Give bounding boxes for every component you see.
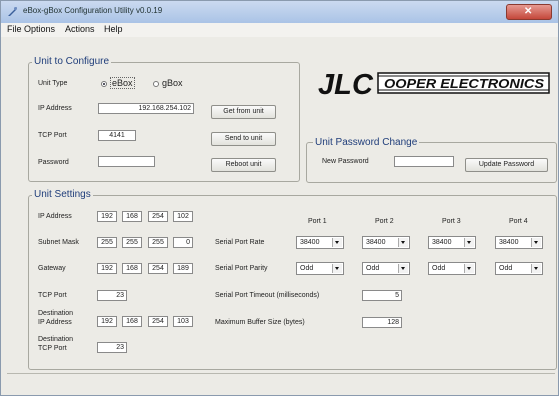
port-3-rate-value: 38400 <box>432 239 452 246</box>
port-1-parity-value: Odd <box>300 265 314 272</box>
new-password-input[interactable] <box>394 156 454 167</box>
chevron-down-icon[interactable] <box>531 264 541 273</box>
ip-octet-2[interactable]: 168 <box>122 211 142 222</box>
unit-type-label: Unit Type <box>38 80 68 87</box>
port-2-parity-select[interactable]: Odd <box>362 262 410 275</box>
max-buffer-label: Maximum Buffer Size (bytes) <box>215 319 305 326</box>
close-icon: ✕ <box>524 6 533 17</box>
password-label: Password <box>38 159 69 166</box>
password-input[interactable] <box>98 156 155 167</box>
unit-settings-title: Unit Settings <box>32 189 93 200</box>
settings-ip-label: IP Address <box>38 213 72 220</box>
menu-options[interactable]: Options <box>24 24 55 34</box>
settings-tcp-port-input[interactable]: 23 <box>97 290 127 301</box>
update-password-button[interactable]: Update Password <box>465 158 548 172</box>
port-3-rate-select[interactable]: 38400 <box>428 236 476 249</box>
port-2-rate-select[interactable]: 38400 <box>362 236 410 249</box>
ip-octet-4[interactable]: 102 <box>173 211 193 222</box>
chevron-down-icon[interactable] <box>531 238 541 247</box>
dest-tcp-port-input[interactable]: 23 <box>97 342 127 353</box>
chevron-down-icon[interactable] <box>398 264 408 273</box>
gateway-octet-3[interactable]: 254 <box>148 263 168 274</box>
svg-text:OOPER ELECTRONICS: OOPER ELECTRONICS <box>384 76 544 91</box>
gateway-octet-1[interactable]: 192 <box>97 263 117 274</box>
ip-address-input[interactable]: 192.168.254.102 <box>98 103 194 114</box>
get-from-unit-button[interactable]: Get from unit <box>211 105 276 119</box>
serial-parity-label: Serial Port Parity <box>215 265 268 272</box>
port-4-header: Port 4 <box>509 218 528 225</box>
port-2-header: Port 2 <box>375 218 394 225</box>
menu-actions[interactable]: Actions <box>65 24 95 34</box>
password-change-title: Unit Password Change <box>313 137 420 148</box>
window-title: eBox-gBox Configuration Utility v0.0.19 <box>23 6 163 15</box>
close-button[interactable]: ✕ <box>506 4 552 20</box>
port-1-rate-value: 38400 <box>300 239 320 246</box>
menu-help[interactable]: Help <box>104 24 123 34</box>
status-bar <box>7 373 555 392</box>
subnet-octet-4[interactable]: 0 <box>173 237 193 248</box>
ebox-radio-label[interactable]: eBox <box>110 77 135 89</box>
serial-rate-label: Serial Port Rate <box>215 239 265 246</box>
serial-timeout-label: Serial Port Timeout (milliseconds) <box>215 292 320 299</box>
port-1-header: Port 1 <box>308 218 327 225</box>
title-bar[interactable]: eBox-gBox Configuration Utility v0.0.19 … <box>1 1 558 24</box>
dest-ip-octet-2[interactable]: 168 <box>122 316 142 327</box>
app-icon <box>8 7 17 16</box>
port-4-parity-select[interactable]: Odd <box>495 262 543 275</box>
chevron-down-icon[interactable] <box>332 238 342 247</box>
chevron-down-icon[interactable] <box>464 238 474 247</box>
max-buffer-input[interactable]: 128 <box>362 317 402 328</box>
menu-bar: File Options Actions Help <box>1 23 558 37</box>
gbox-radio-label[interactable]: gBox <box>162 78 183 88</box>
reboot-unit-button[interactable]: Reboot unit <box>211 158 276 172</box>
chevron-down-icon[interactable] <box>464 264 474 273</box>
send-to-unit-button[interactable]: Send to unit <box>211 132 276 146</box>
dest-ip-octet-3[interactable]: 254 <box>148 316 168 327</box>
port-2-parity-value: Odd <box>366 265 380 272</box>
port-4-rate-select[interactable]: 38400 <box>495 236 543 249</box>
tcp-port-label: TCP Port <box>38 132 67 139</box>
port-3-header: Port 3 <box>442 218 461 225</box>
port-3-parity-value: Odd <box>432 265 446 272</box>
subnet-octet-3[interactable]: 255 <box>148 237 168 248</box>
jlcooper-logo: JL C OOPER ELECTRONICS <box>318 69 550 99</box>
gbox-radio[interactable] <box>153 81 159 87</box>
chevron-down-icon[interactable] <box>398 238 408 247</box>
dest-tcp-label-line1: Destination <box>38 336 74 343</box>
serial-timeout-input[interactable]: 5 <box>362 290 402 301</box>
dest-ip-label-line1: Destination <box>38 310 74 317</box>
settings-tcp-port-label: TCP Port <box>38 292 67 299</box>
port-4-parity-value: Odd <box>499 265 513 272</box>
ip-address-label: IP Address <box>38 105 72 112</box>
ip-octet-1[interactable]: 192 <box>97 211 117 222</box>
port-3-parity-select[interactable]: Odd <box>428 262 476 275</box>
ebox-radio[interactable] <box>101 81 107 87</box>
port-1-rate-select[interactable]: 38400 <box>296 236 344 249</box>
dest-ip-label-line2: IP Address <box>38 319 72 326</box>
gateway-octet-2[interactable]: 168 <box>122 263 142 274</box>
dest-tcp-label-line2: TCP Port <box>38 345 67 352</box>
svg-text:C: C <box>352 69 374 99</box>
port-4-rate-value: 38400 <box>499 239 519 246</box>
gateway-label: Gateway <box>38 265 66 272</box>
ip-octet-3[interactable]: 254 <box>148 211 168 222</box>
dest-ip-octet-1[interactable]: 192 <box>97 316 117 327</box>
app-window: eBox-gBox Configuration Utility v0.0.19 … <box>0 0 559 396</box>
svg-text:JL: JL <box>318 69 352 99</box>
tcp-port-input[interactable]: 4141 <box>98 130 136 141</box>
subnet-mask-label: Subnet Mask <box>38 239 79 246</box>
gateway-octet-4[interactable]: 189 <box>173 263 193 274</box>
menu-file[interactable]: File <box>7 24 22 34</box>
dest-ip-octet-4[interactable]: 103 <box>173 316 193 327</box>
subnet-octet-2[interactable]: 255 <box>122 237 142 248</box>
new-password-label: New Password <box>322 158 369 165</box>
port-1-parity-select[interactable]: Odd <box>296 262 344 275</box>
port-2-rate-value: 38400 <box>366 239 386 246</box>
subnet-octet-1[interactable]: 255 <box>97 237 117 248</box>
chevron-down-icon[interactable] <box>332 264 342 273</box>
unit-to-configure-title: Unit to Configure <box>32 56 112 67</box>
